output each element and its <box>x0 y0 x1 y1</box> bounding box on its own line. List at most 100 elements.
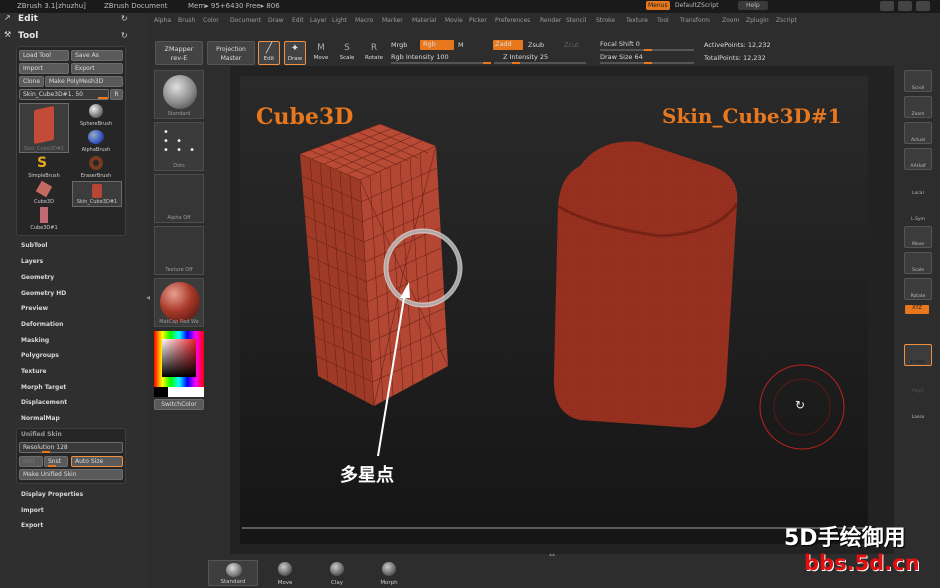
polyf-button[interactable]: PolyF <box>904 372 932 394</box>
skin-cube-thumb[interactable]: Skin_Cube3D#1 <box>72 181 122 207</box>
menu-stroke[interactable]: Stroke <box>596 17 615 24</box>
export-item[interactable]: Export <box>21 522 43 529</box>
menu-color[interactable]: Color <box>203 17 219 24</box>
draw-mode-button[interactable]: ✦ Draw <box>284 41 306 65</box>
save-as-button[interactable]: Save As <box>71 50 123 61</box>
minimize-icon[interactable] <box>880 1 894 11</box>
clay-brush-button[interactable]: Clay <box>312 560 362 586</box>
menu-edit[interactable]: Edit <box>292 17 304 24</box>
scale-view-button[interactable]: Scale <box>904 252 932 274</box>
simplebrush-icon[interactable]: S <box>37 155 47 171</box>
menu-zoom[interactable]: Zoom <box>722 17 739 24</box>
focal-shift-knob[interactable] <box>644 49 652 51</box>
menu-marker[interactable]: Marker <box>382 17 403 24</box>
make-polymesh-button[interactable]: Make PolyMesh3D <box>45 76 123 87</box>
focal-shift-slider[interactable]: Focal Shift 0 <box>600 40 640 48</box>
menu-picker[interactable]: Picker <box>469 17 487 24</box>
spherebrush-icon[interactable] <box>89 104 103 118</box>
z-intensity-knob[interactable] <box>512 62 520 64</box>
texture-item[interactable]: Texture <box>21 368 46 375</box>
switch-color-button[interactable]: SwitchColor <box>154 399 204 410</box>
displacement-item[interactable]: Displacement <box>21 399 67 406</box>
eraserbrush-icon[interactable] <box>89 156 103 170</box>
lasso-button[interactable]: Lasso <box>904 398 932 420</box>
layers-item[interactable]: Layers <box>21 258 43 265</box>
move-mode-button[interactable]: M Move <box>311 41 331 65</box>
menu-preferences[interactable]: Preferences <box>495 17 530 24</box>
resolution-slider[interactable]: Resolution 128 <box>19 442 123 453</box>
menu-zscript[interactable]: Zscript <box>776 17 797 24</box>
smooth-slider[interactable]: Smt <box>19 456 43 467</box>
import-item[interactable]: Import <box>21 507 44 514</box>
menu-zplugin[interactable]: Zplugin <box>746 17 769 24</box>
main-color-swatch[interactable] <box>168 387 204 397</box>
rgb-intensity-slider[interactable]: Rgb Intensity 100 <box>391 53 449 61</box>
scroll-button[interactable]: Scroll <box>904 70 932 92</box>
subtool-item[interactable]: SubTool <box>21 242 47 249</box>
m-button[interactable]: M <box>458 41 464 49</box>
secondary-color-swatch[interactable] <box>154 387 168 397</box>
menu-light[interactable]: Light <box>332 17 347 24</box>
menu-render[interactable]: Render <box>540 17 561 24</box>
standard-material-slot[interactable]: Standard <box>154 70 204 119</box>
script-name[interactable]: DefaultZScript <box>675 2 718 9</box>
geometry-item[interactable]: Geometry <box>21 274 54 281</box>
tool-thumb-current[interactable]: Skin_Cube3D#1 <box>19 103 69 153</box>
menus-button[interactable]: Menus <box>646 1 670 10</box>
scale-mode-button[interactable]: S Scale <box>337 41 357 65</box>
zsub-button[interactable]: Zsub <box>528 41 544 49</box>
deformation-item[interactable]: Deformation <box>21 321 63 328</box>
make-unified-skin-button[interactable]: Make Unified Skin <box>19 469 123 480</box>
color-picker[interactable] <box>154 331 204 387</box>
morph-brush-button[interactable]: Morph <box>364 560 414 586</box>
projection-master-button[interactable]: Projection Master <box>207 41 255 65</box>
edit-palette-header[interactable]: Edit <box>18 14 38 24</box>
alphabrush-icon[interactable] <box>88 130 104 144</box>
clone-button[interactable]: Clone <box>19 76 44 87</box>
frame-button[interactable]: Frame <box>904 344 932 366</box>
menu-brush[interactable]: Brush <box>178 17 195 24</box>
color-picker-square[interactable] <box>162 339 196 377</box>
texture-off-slot[interactable]: Texture Off <box>154 226 204 275</box>
menu-stencil[interactable]: Stencil <box>566 17 586 24</box>
rgb-button[interactable]: Rgb <box>420 40 454 50</box>
cube3d1-icon[interactable] <box>40 207 48 223</box>
import-button[interactable]: Import <box>19 63 69 74</box>
menu-alpha[interactable]: Alpha <box>154 17 171 24</box>
menu-transform[interactable]: Transform <box>680 17 710 24</box>
help-button[interactable]: Help <box>738 1 768 10</box>
matcap-red-wax-slot[interactable]: MatCap Red Wa <box>154 278 204 327</box>
menu-draw[interactable]: Draw <box>268 17 284 24</box>
lsym-button[interactable]: L.Sym <box>904 200 932 222</box>
aahalf-button[interactable]: AAHalf <box>904 148 932 170</box>
menu-layer[interactable]: Layer <box>310 17 327 24</box>
draw-size-slider[interactable]: Draw Size 64 <box>600 53 643 61</box>
unified-skin-header[interactable]: Unified Skin <box>21 431 62 438</box>
local-button[interactable]: Local <box>904 174 932 196</box>
rotate-view-button[interactable]: Rotate <box>904 278 932 300</box>
xyz-toggle[interactable]: XYZ <box>905 305 929 314</box>
rgb-intensity-knob[interactable] <box>483 62 491 64</box>
menu-macro[interactable]: Macro <box>355 17 373 24</box>
dots-stroke-slot[interactable]: • • • • • • Dots <box>154 122 204 171</box>
menu-movie[interactable]: Movie <box>445 17 463 24</box>
rotate-mode-button[interactable]: R Rotate <box>363 41 385 65</box>
z-intensity-slider[interactable]: Z Intensity 25 <box>503 53 548 61</box>
tool-pin-icon[interactable]: ↻ <box>121 31 128 40</box>
auto-size-toggle[interactable]: Auto Size <box>71 456 123 467</box>
r-button[interactable]: R <box>110 89 123 100</box>
close-icon[interactable] <box>916 1 930 11</box>
move-view-button[interactable]: Move <box>904 226 932 248</box>
menu-document[interactable]: Document <box>230 17 261 24</box>
current-tool-slider[interactable]: Skin_Cube3D#1. 50 <box>19 89 109 100</box>
edit-mode-button[interactable]: ╱ Edit <box>258 41 280 65</box>
geometry-hd-item[interactable]: Geometry HD <box>21 290 66 297</box>
menu-tool[interactable]: Tool <box>657 17 669 24</box>
tool-palette-header[interactable]: Tool <box>18 31 38 41</box>
document-canvas[interactable]: ↻ Cube3D Skin_Cube3D#1 多星点 <box>240 76 868 544</box>
export-button[interactable]: Export <box>71 63 123 74</box>
alpha-off-slot[interactable]: Alpha Off <box>154 174 204 223</box>
preview-item[interactable]: Preview <box>21 305 48 312</box>
bottom-collapse-handle[interactable]: ▴▴ <box>512 551 592 558</box>
zcut-button[interactable]: Zcut <box>564 41 579 49</box>
